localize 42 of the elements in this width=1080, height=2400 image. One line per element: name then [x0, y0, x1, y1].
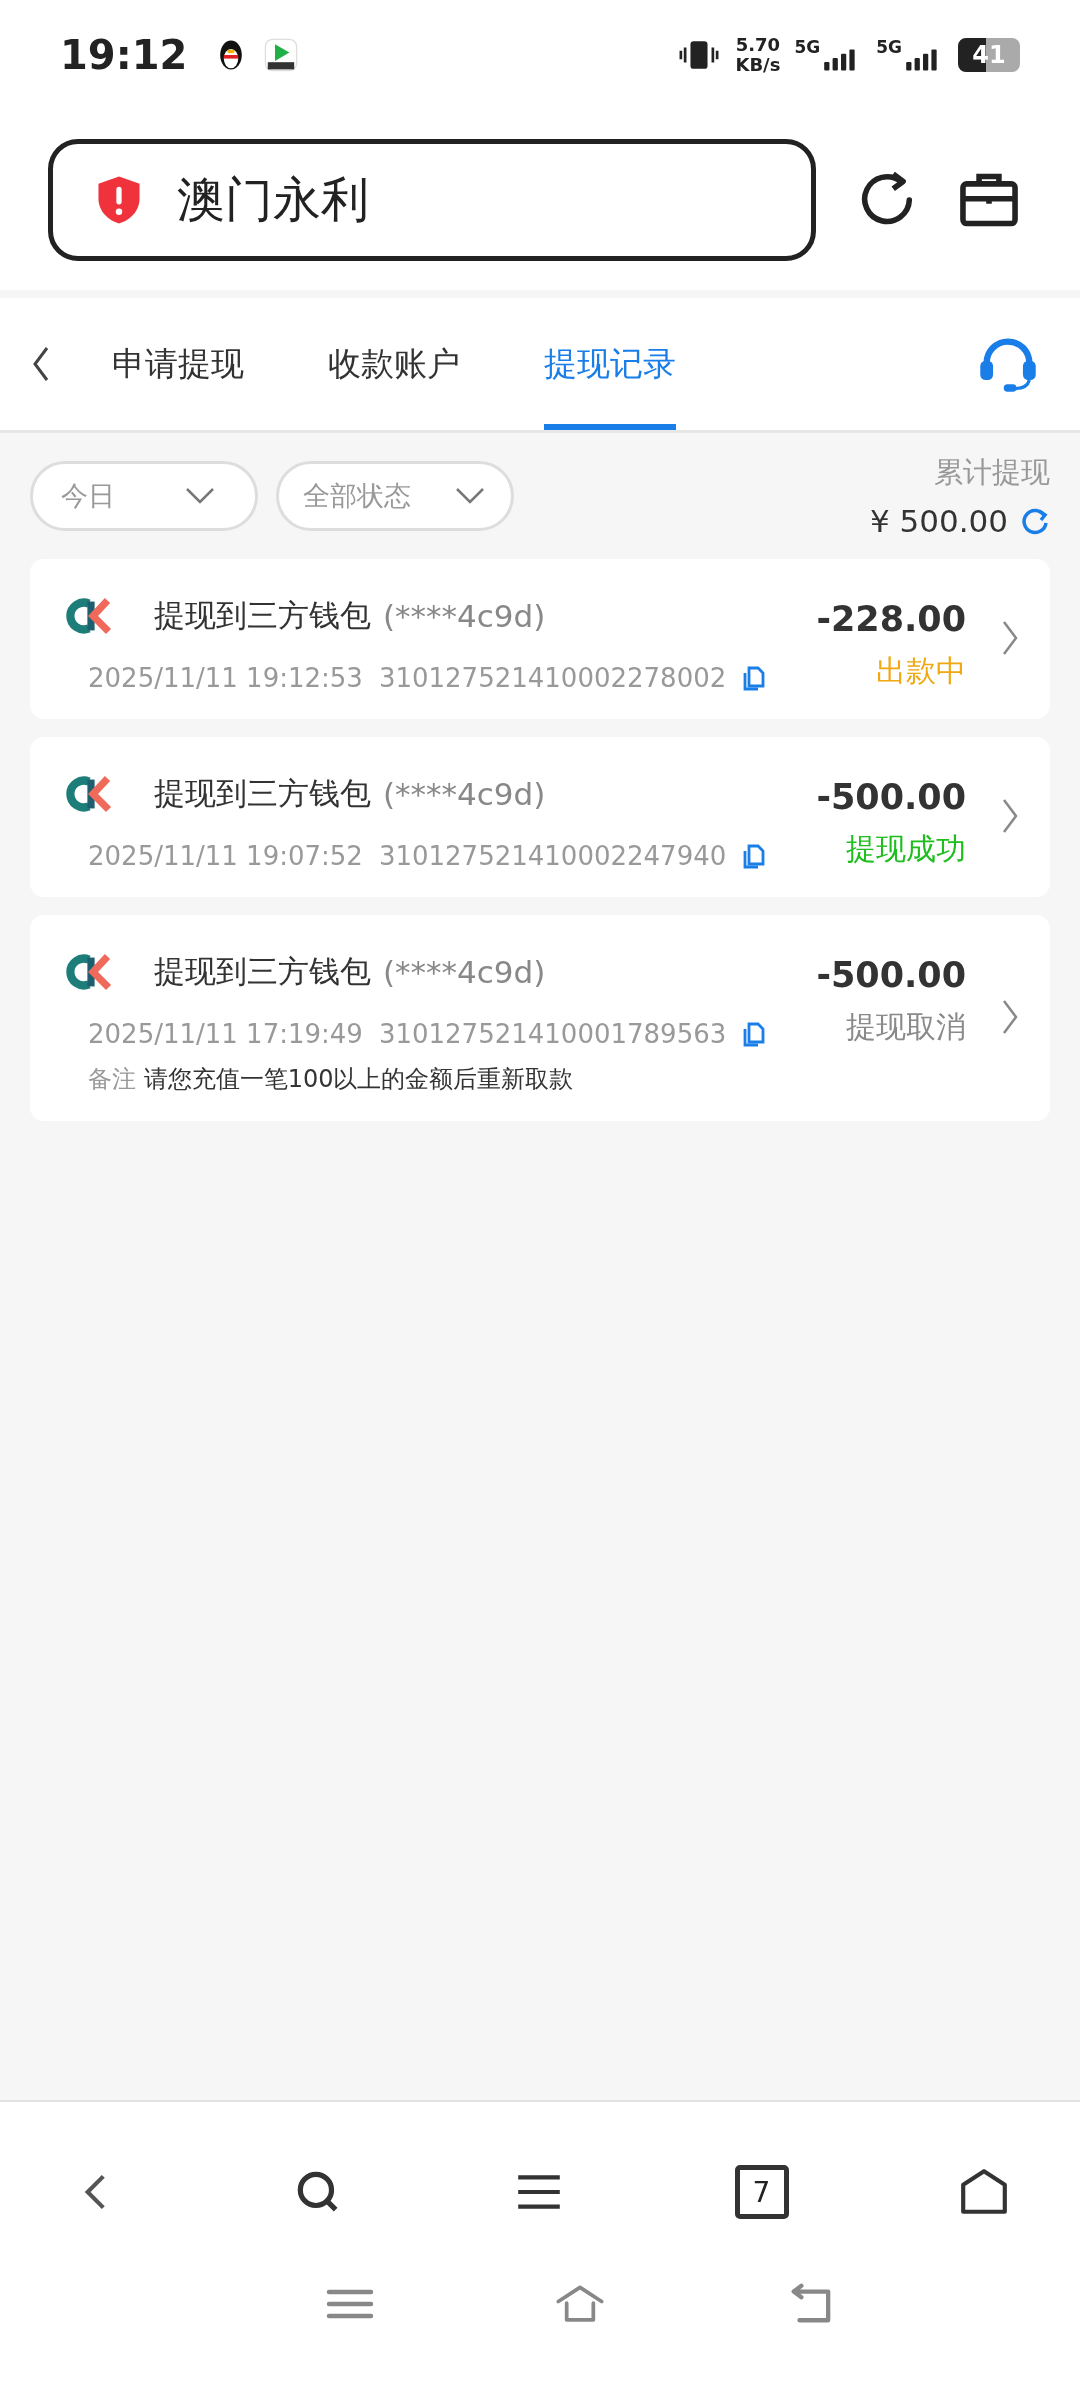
record-time: 2025/11/11 19:07:52: [88, 841, 363, 871]
copy-icon[interactable]: [742, 665, 767, 691]
address-bar[interactable]: 澳门永利: [48, 139, 816, 261]
tab[interactable]: 申请提现: [112, 298, 244, 430]
record-amount: -500.00: [816, 777, 966, 817]
record-card[interactable]: 提现到三方钱包 (****4c9d) 2025/11/11 17:19:49 310127521410001789563 备注 请您充值一笔100以上的金额后重新取款 -500.00 提现取消: [30, 915, 1050, 1121]
order-number: 310127521410002278002: [378, 663, 727, 693]
record-title: 提现到三方钱包: [154, 952, 371, 991]
tab-count-button[interactable]: 7: [734, 2165, 789, 2219]
chevron-down-icon: [455, 487, 485, 505]
account-mask: (****4c9d): [383, 776, 546, 812]
record-time: 2025/11/11 17:19:49: [88, 1019, 363, 1049]
account-mask: (****4c9d): [383, 598, 546, 634]
chevron-down-icon: [185, 487, 215, 505]
total-label: 累计提现: [934, 454, 1050, 491]
speed-unit: KB/s: [735, 55, 781, 75]
record-time: 2025/11/11 19:12:53: [88, 663, 363, 693]
total-amount: ¥ 500.00: [869, 503, 1008, 539]
status-time: 19:12: [60, 32, 188, 78]
record-amount: -228.00: [816, 599, 966, 639]
record-status: 出款中: [876, 652, 966, 690]
record-card[interactable]: 提现到三方钱包 (****4c9d) 2025/11/11 19:07:52 310127521410002247940 -500.00 提现成功: [30, 737, 1050, 897]
copy-icon[interactable]: [742, 843, 767, 869]
tab[interactable]: 收款账户: [328, 298, 460, 430]
record-status: 提现取消: [846, 1008, 966, 1046]
tab[interactable]: 提现记录: [544, 298, 676, 430]
record-status: 提现成功: [846, 830, 966, 868]
record-title: 提现到三方钱包: [154, 596, 371, 635]
record-amount: -500.00: [816, 955, 966, 995]
refresh-icon[interactable]: [1020, 506, 1050, 536]
record-card[interactable]: 提现到三方钱包 (****4c9d) 2025/11/11 19:12:53 310127521410002278002 -228.00 出款中: [30, 559, 1050, 719]
network-type: 5G: [794, 37, 821, 57]
network-type: 5G: [876, 37, 902, 57]
network-speed: 5.70: [735, 35, 781, 55]
record-note: 备注 请您充值一笔100以上的金额后重新取款: [87, 1064, 575, 1095]
record-title: 提现到三方钱包: [154, 774, 371, 813]
account-mask: (****4c9d): [383, 954, 546, 990]
order-number: 310127521410001789563: [378, 1019, 727, 1049]
warning-shield-icon: [97, 175, 141, 225]
copy-icon[interactable]: [742, 1021, 767, 1047]
play-app-icon: [263, 37, 300, 73]
order-number: 310127521410002247940: [378, 841, 727, 871]
